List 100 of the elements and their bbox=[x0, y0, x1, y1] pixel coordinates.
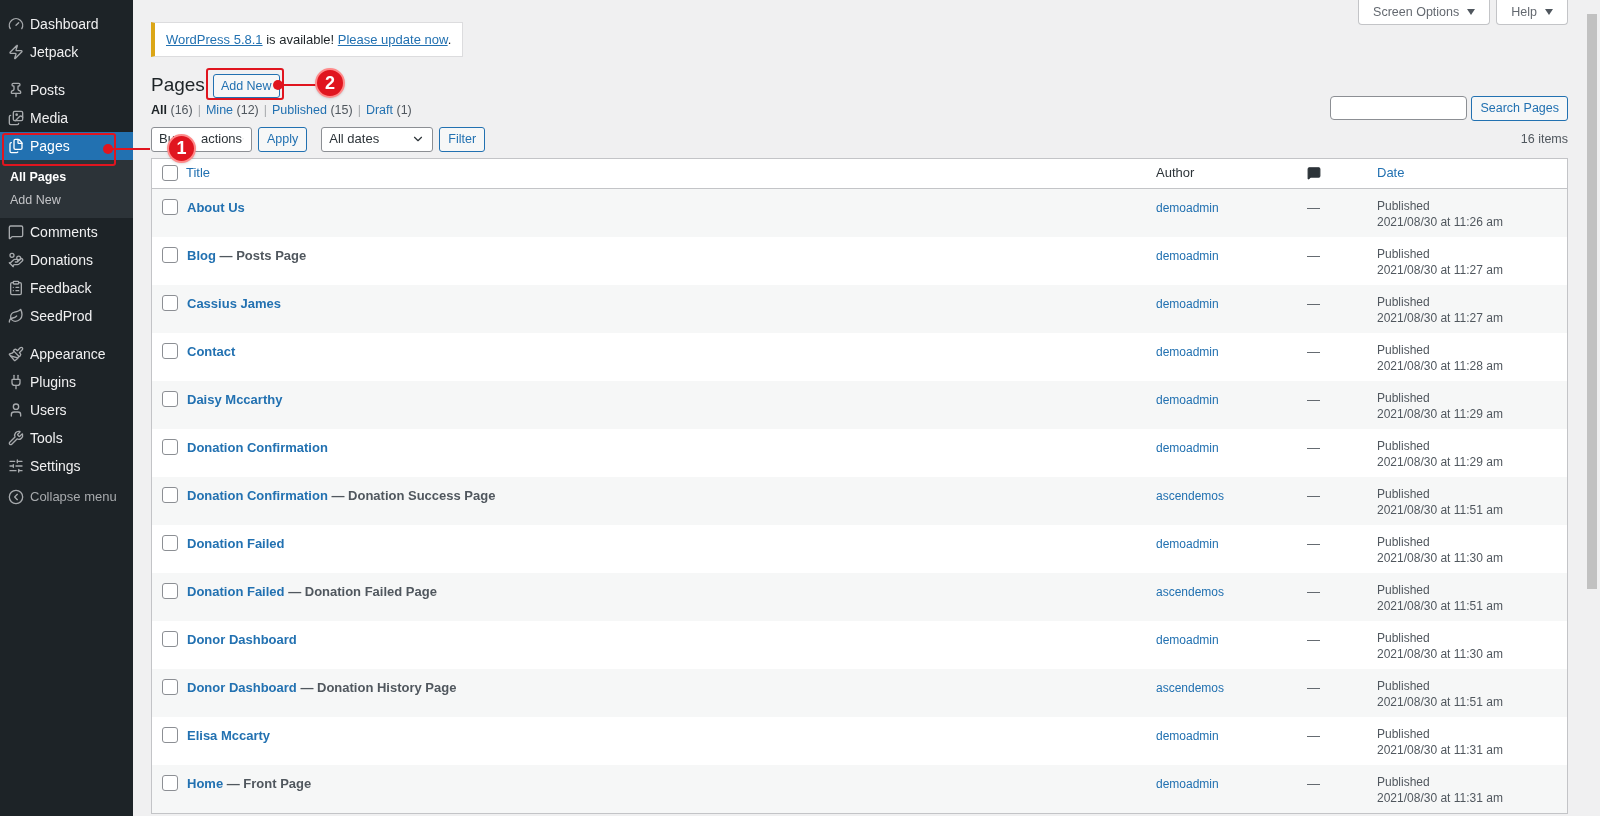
page-title-link[interactable]: Donation Failed bbox=[187, 535, 285, 551]
collapse-menu-button[interactable]: Collapse menu bbox=[0, 482, 133, 512]
menu-item[interactable]: Donations bbox=[0, 246, 133, 274]
page-state: — Donation Failed Page bbox=[287, 583, 437, 599]
tab-toggle-button[interactable]: Screen Options bbox=[1358, 0, 1491, 25]
author-link[interactable]: ascendemos bbox=[1156, 680, 1225, 695]
wrench-icon bbox=[8, 430, 24, 446]
separator: | bbox=[263, 101, 267, 119]
plug-icon bbox=[8, 374, 24, 390]
publish-date: 2021/08/30 at 11:27 am bbox=[1377, 261, 1504, 278]
row-checkbox[interactable] bbox=[162, 342, 178, 359]
menu-item[interactable]: Comments bbox=[0, 218, 133, 246]
page-title-link[interactable]: Donation Confirmation bbox=[187, 439, 328, 455]
author-link[interactable]: ascendemos bbox=[1156, 488, 1225, 503]
menu-item[interactable]: Plugins bbox=[0, 368, 133, 396]
filter-button[interactable]: Filter bbox=[439, 126, 486, 152]
comment-icon bbox=[1307, 166, 1321, 180]
row-checkbox[interactable] bbox=[162, 582, 178, 599]
row-checkbox[interactable] bbox=[162, 630, 178, 647]
column-header: Author bbox=[1156, 165, 1195, 181]
column-header-link[interactable]: Title bbox=[186, 165, 211, 181]
row-checkbox[interactable] bbox=[162, 774, 178, 791]
page-title-link[interactable]: Donor Dashboard bbox=[187, 631, 297, 647]
author-link[interactable]: demoadmin bbox=[1156, 440, 1219, 455]
version-link[interactable]: WordPress 5.8.1 bbox=[166, 31, 263, 47]
search-pages-button[interactable]: Search Pages bbox=[1471, 95, 1568, 121]
menu-item[interactable]: Feedback bbox=[0, 274, 133, 302]
menu-item[interactable]: SeedProd bbox=[0, 302, 133, 330]
page-title-link[interactable]: Contact bbox=[187, 343, 236, 359]
publish-date: 2021/08/30 at 11:51 am bbox=[1377, 597, 1504, 614]
comment-count: — bbox=[1307, 487, 1320, 503]
add-new-button[interactable]: Add New bbox=[212, 74, 280, 99]
status-filter-link[interactable]: Mine (12) bbox=[205, 100, 259, 120]
page-title-link[interactable]: Cassius James bbox=[187, 295, 281, 311]
list-icon bbox=[8, 280, 24, 296]
author-link[interactable]: demoadmin bbox=[1156, 776, 1219, 791]
menu-item[interactable]: Jetpack bbox=[0, 38, 133, 66]
author-link[interactable]: demoadmin bbox=[1156, 248, 1219, 263]
row-checkbox[interactable] bbox=[162, 486, 178, 503]
apply-button[interactable]: Apply bbox=[258, 126, 308, 152]
page-title-link[interactable]: Donation Confirmation bbox=[187, 487, 328, 503]
search-field[interactable] bbox=[1330, 95, 1468, 120]
publish-status: Published bbox=[1377, 629, 1431, 646]
author-link[interactable]: demoadmin bbox=[1156, 392, 1219, 407]
row-checkbox[interactable] bbox=[162, 726, 178, 743]
menu-item[interactable]: Media bbox=[0, 104, 133, 132]
author-link[interactable]: demoadmin bbox=[1156, 296, 1219, 311]
submenu-item[interactable]: All Pages bbox=[0, 166, 133, 189]
page-title-link[interactable]: Donation Failed bbox=[187, 583, 285, 599]
author-link[interactable]: ascendemos bbox=[1156, 584, 1225, 599]
separator: | bbox=[197, 101, 201, 119]
menu-item[interactable]: Settings bbox=[0, 452, 133, 480]
date-filter-select[interactable]: All dates bbox=[321, 126, 434, 152]
submenu-item[interactable]: Add New bbox=[0, 189, 133, 212]
status-filter-link[interactable]: Published (15) bbox=[272, 100, 353, 120]
page-title-link[interactable]: Donor Dashboard bbox=[187, 679, 297, 695]
publish-status: Published bbox=[1377, 725, 1431, 742]
row-checkbox[interactable] bbox=[162, 534, 178, 551]
row-checkbox[interactable] bbox=[162, 438, 178, 455]
row-checkbox[interactable] bbox=[162, 246, 178, 263]
row-checkbox[interactable] bbox=[162, 390, 178, 407]
status-filter-link[interactable]: Draft (1) bbox=[365, 100, 412, 120]
speech-bubble-icon bbox=[8, 224, 24, 240]
page-heading: Pages bbox=[151, 73, 205, 97]
callout-number: 2 bbox=[315, 68, 345, 98]
menu-item[interactable]: Tools bbox=[0, 424, 133, 452]
author-link[interactable]: demoadmin bbox=[1156, 536, 1219, 551]
item-count: 16 items bbox=[1520, 130, 1568, 148]
menu-item[interactable]: Appearance bbox=[0, 340, 133, 368]
page-title-link[interactable]: Elisa Mccarty bbox=[187, 727, 271, 743]
row-checkbox[interactable] bbox=[162, 198, 178, 215]
publish-date: 2021/08/30 at 11:51 am bbox=[1377, 501, 1504, 518]
page-title-link[interactable]: Home bbox=[187, 775, 224, 791]
row-checkbox[interactable] bbox=[162, 678, 178, 695]
menu-item[interactable]: Dashboard bbox=[0, 10, 133, 38]
pages-icon bbox=[8, 138, 24, 154]
page-title-link[interactable]: Daisy Mccarthy bbox=[187, 391, 283, 407]
publish-status: Published bbox=[1377, 197, 1431, 214]
author-link[interactable]: demoadmin bbox=[1156, 344, 1219, 359]
author-link[interactable]: demoadmin bbox=[1156, 632, 1219, 647]
publish-date: 2021/08/30 at 11:31 am bbox=[1377, 789, 1504, 806]
page-title-link[interactable]: Blog bbox=[187, 247, 216, 263]
pin-icon bbox=[8, 82, 24, 98]
tab-toggle-button[interactable]: Help bbox=[1496, 0, 1568, 25]
images-icon bbox=[8, 110, 24, 126]
author-link[interactable]: demoadmin bbox=[1156, 200, 1219, 215]
user-icon bbox=[8, 402, 24, 418]
publish-status: Published bbox=[1377, 533, 1431, 550]
menu-item[interactable]: Users bbox=[0, 396, 133, 424]
publish-date: 2021/08/30 at 11:29 am bbox=[1377, 453, 1504, 470]
author-link[interactable]: demoadmin bbox=[1156, 728, 1219, 743]
menu-item[interactable]: Posts bbox=[0, 76, 133, 104]
row-checkbox[interactable] bbox=[162, 294, 178, 311]
page-title-link[interactable]: About Us bbox=[187, 199, 245, 215]
update-link[interactable]: Please update now bbox=[337, 31, 448, 47]
row-checkbox[interactable] bbox=[162, 165, 178, 181]
publish-status: Published bbox=[1377, 245, 1431, 262]
status-filter-link[interactable]: All (16) bbox=[151, 100, 193, 120]
column-header-link[interactable]: Date bbox=[1377, 165, 1405, 181]
page-state: — Donation Success Page bbox=[330, 487, 496, 503]
